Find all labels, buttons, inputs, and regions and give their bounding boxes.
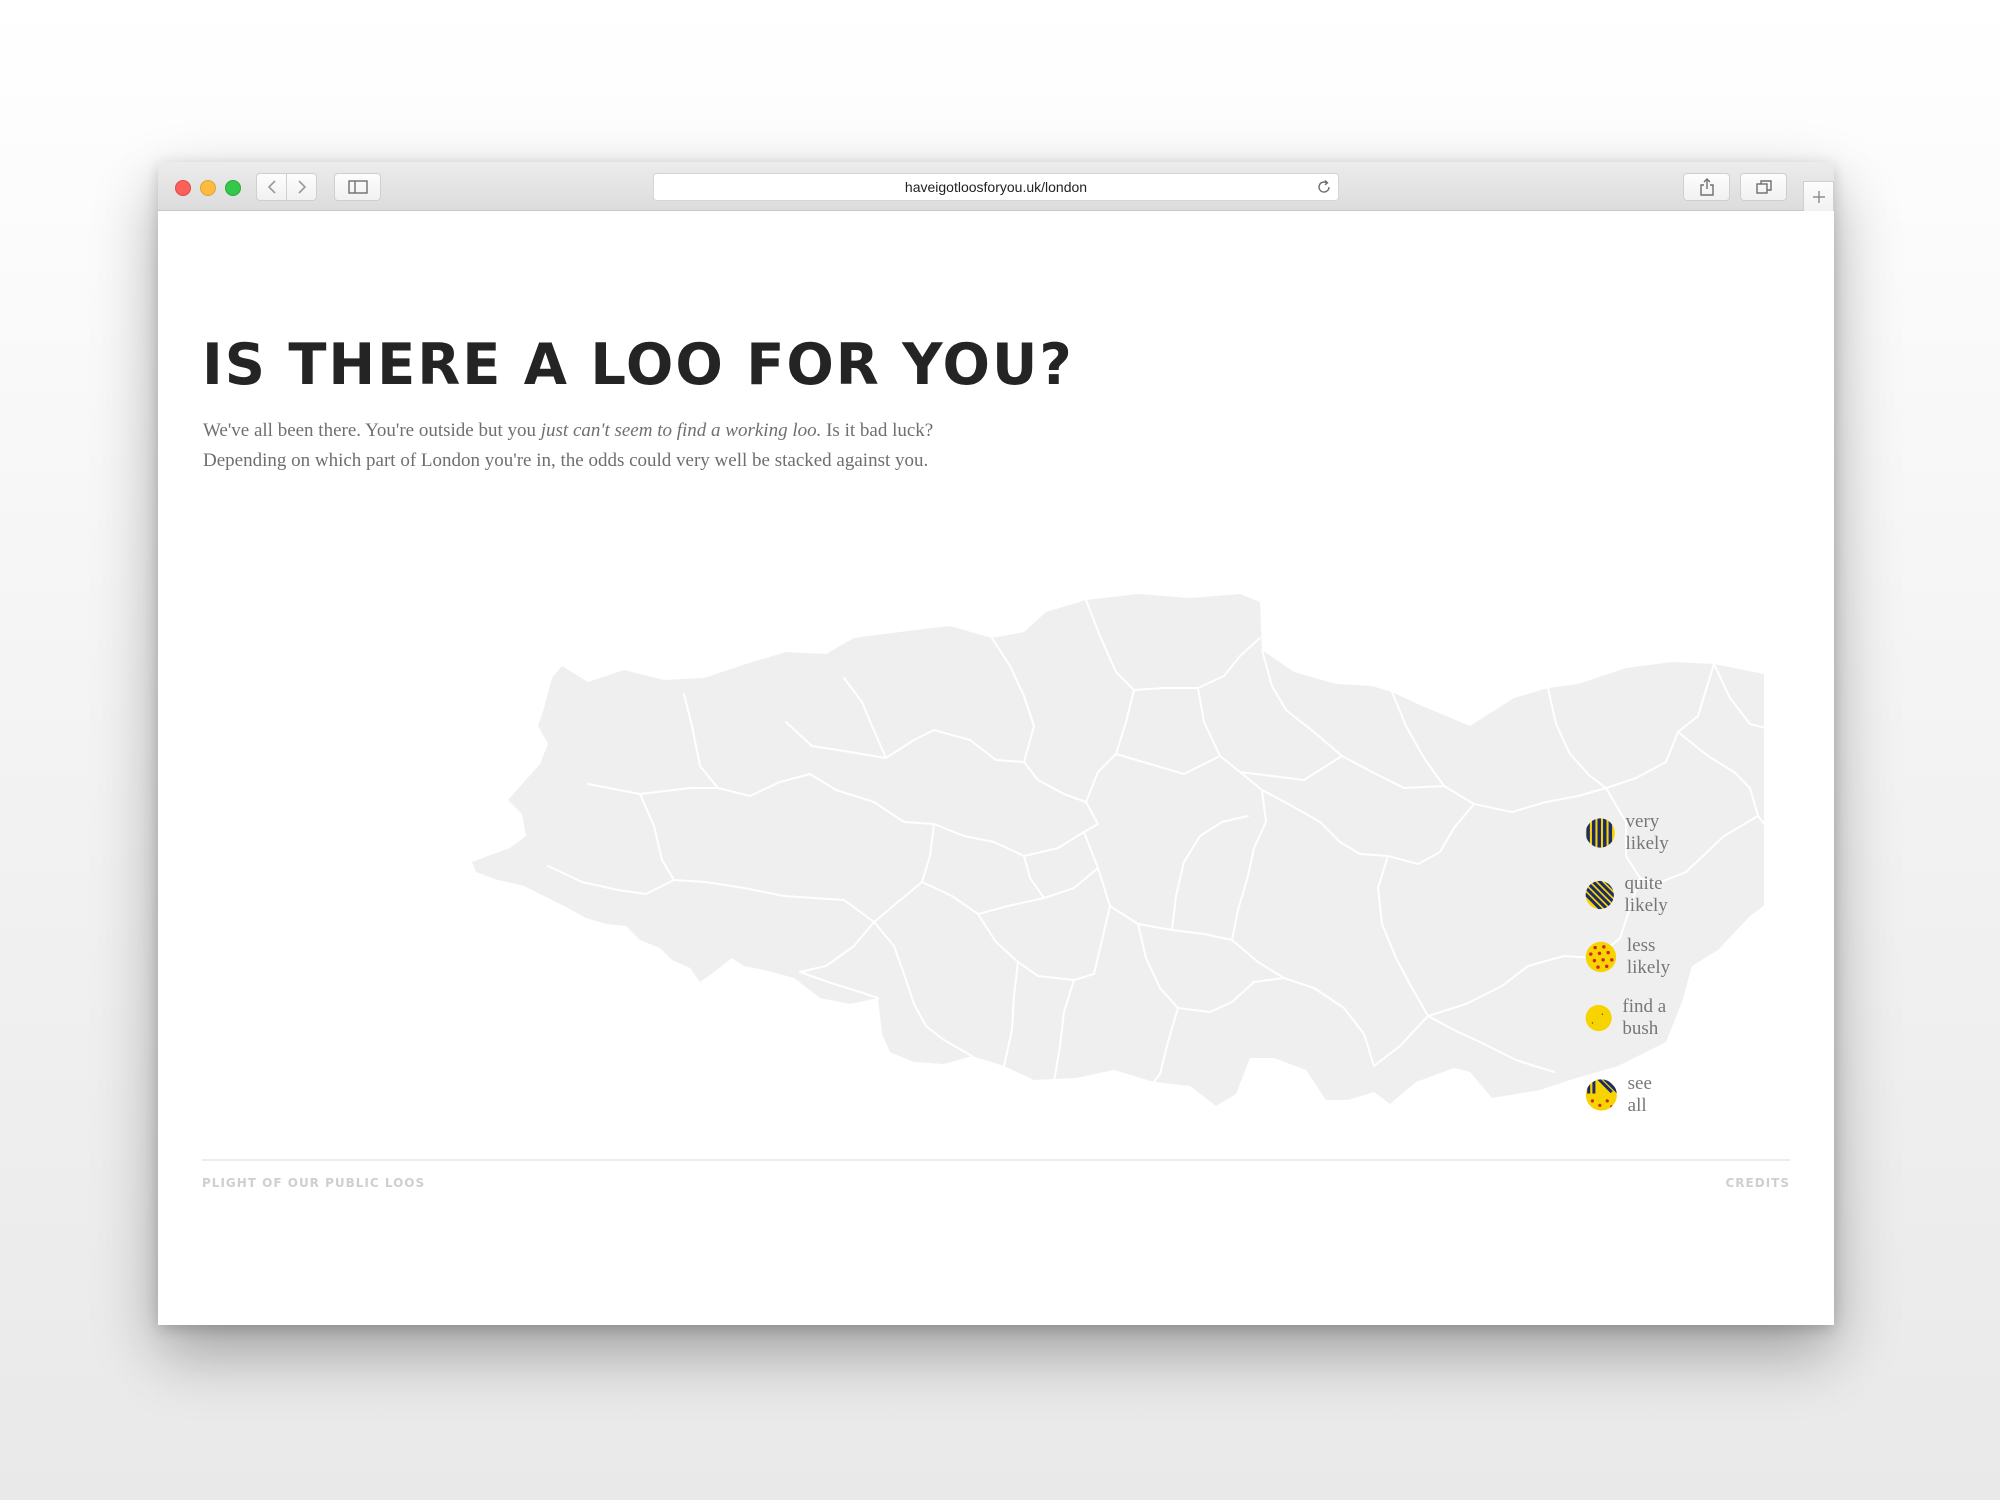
new-tab-button[interactable] (1803, 181, 1834, 211)
tabs-icon (1755, 180, 1772, 194)
browser-window: haveigotloosforyou.uk/london IS THERE A … (158, 162, 1834, 1325)
intro-text: We've all been there. You're outside but… (203, 416, 1103, 476)
see-all-button[interactable]: see all (1585, 1073, 1663, 1117)
maximize-window-button[interactable] (225, 180, 241, 196)
browser-toolbar: haveigotloosforyou.uk/london (158, 162, 1834, 211)
chevron-left-icon (267, 180, 276, 194)
share-icon (1699, 178, 1714, 196)
see-all-label: see all (1627, 1073, 1652, 1116)
close-window-button[interactable] (175, 180, 191, 196)
legend-label: very likely (1625, 811, 1669, 854)
reload-icon[interactable] (1316, 179, 1332, 195)
intro-text-line2: Depending on which part of London you're… (203, 450, 929, 471)
legend-item-very-likely[interactable]: very likely (1585, 811, 1682, 855)
legend-item-less-likely[interactable]: less likely (1585, 935, 1682, 979)
london-map-outline[interactable] (472, 594, 1764, 1106)
red-dots-icon (1585, 941, 1617, 973)
back-button[interactable] (256, 173, 287, 201)
footer-divider (202, 1159, 1790, 1161)
legend-item-find-a-bush[interactable]: find a bush (1585, 996, 1675, 1040)
diagonal-stripes-icon (1585, 880, 1614, 910)
mixed-pattern-icon (1585, 1079, 1617, 1111)
minimize-window-button[interactable] (200, 180, 216, 196)
vertical-stripes-icon (1585, 818, 1615, 848)
intro-text-emphasis: just can't seem to find a working loo. (540, 420, 822, 441)
chevron-right-icon (297, 180, 306, 194)
legend-label: less likely (1626, 935, 1671, 978)
footer-site-name[interactable]: PLIGHT OF OUR PUBLIC LOOS (202, 1176, 425, 1190)
url-text: haveigotloosforyou.uk/london (904, 179, 1088, 195)
intro-text-end: Is it bad luck? (821, 420, 934, 441)
legend-label: quite likely (1624, 873, 1668, 916)
address-bar[interactable]: haveigotloosforyou.uk/london (653, 173, 1339, 201)
legend-item-quite-likely[interactable]: quite likely (1585, 873, 1682, 917)
page-content: IS THERE A LOO FOR YOU? We've all been t… (158, 211, 1834, 1325)
page-title: IS THERE A LOO FOR YOU? (202, 332, 1074, 398)
legend-label: find a bush (1622, 996, 1667, 1039)
plain-yellow-icon (1585, 1004, 1612, 1032)
intro-text-start: We've all been there. You're outside but… (203, 420, 541, 441)
forward-button[interactable] (286, 173, 317, 201)
sidebar-toggle-button[interactable] (334, 173, 381, 201)
share-button[interactable] (1683, 173, 1730, 201)
credits-link[interactable]: CREDITS (1726, 1176, 1791, 1190)
plus-icon (1812, 190, 1825, 203)
tabs-overview-button[interactable] (1740, 173, 1787, 201)
sidebar-icon (347, 180, 368, 194)
london-boroughs-map[interactable] (374, 526, 1764, 1106)
